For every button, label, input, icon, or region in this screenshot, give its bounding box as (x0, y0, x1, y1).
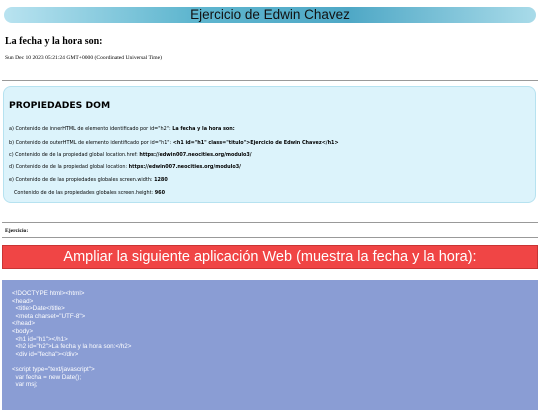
dom-property-value: https://edwin007.neocities.org/modulo3/ (128, 164, 241, 170)
code-line: <body> (12, 328, 34, 335)
divider (2, 237, 538, 238)
code-line: <script type="text/javascript"> (12, 366, 95, 373)
divider (2, 222, 538, 223)
dom-property-label: e) Contenido de de las propiedades globa… (9, 177, 155, 183)
dom-property-value: 1280 (154, 177, 168, 183)
exercise-label: Ejercicio: (5, 228, 29, 234)
dom-property-line: Contenido de de las propiedades globales… (14, 190, 165, 196)
exercise-instruction: Ampliar la siguiente aplicación Web (mue… (63, 249, 477, 265)
code-line: <meta charset="UTF-8"> (12, 312, 86, 320)
dom-property-value: https://edwin007.neocities.org/modulo3/ (139, 152, 252, 158)
dom-property-line: e) Contenido de de las propiedades globa… (9, 177, 168, 183)
dom-property-line: a) Contenido de innerHTML de elemento id… (9, 126, 235, 132)
code-line: <h1 id="h1"></h1> (12, 335, 68, 343)
exercise-instruction-banner: Ampliar la siguiente aplicación Web (mue… (2, 245, 538, 269)
divider (2, 80, 538, 81)
dom-property-line: b) Contenido de outerHTML de elemento id… (9, 140, 339, 146)
dom-property-label: d) Contenido de de la propiedad global l… (9, 164, 129, 170)
dom-property-label: b) Contenido de outerHTML de elemento id… (9, 140, 173, 146)
dom-property-line: d) Contenido de de la propiedad global l… (9, 164, 241, 170)
dom-property-label: c) Contenido de de la propiedad global l… (9, 152, 140, 158)
code-line: <div id="fecha"></div> (12, 350, 79, 358)
date-heading: La fecha y la hora son: (5, 36, 103, 47)
page-title-banner: Ejercicio de Edwin Chavez (4, 7, 536, 23)
dom-property-value: La fecha y la hora son: (172, 126, 235, 132)
code-line: <h2 id="h2">La fecha y la hora son:</h2> (12, 343, 132, 351)
page-title: Ejercicio de Edwin Chavez (190, 7, 350, 22)
dom-property-value: <h1 id="h1" class="titulo">Ejercicio de … (172, 140, 339, 146)
code-line: var msj; (12, 381, 38, 389)
code-line: var fecha = new Date(); (12, 373, 82, 381)
code-line: <head> (12, 297, 34, 305)
code-line: </head> (12, 320, 36, 328)
dom-property-line: c) Contenido de de la propiedad global l… (9, 152, 252, 158)
dom-properties-title: PROPIEDADES DOM (9, 100, 111, 111)
date-value: Sun Dec 10 2023 05:21:24 GMT+0000 (Coord… (5, 55, 162, 61)
code-line: <!DOCTYPE html><html> (12, 290, 85, 297)
code-line: <title>Date</title> (12, 305, 65, 313)
dom-property-label: a) Contenido de innerHTML de elemento id… (9, 126, 173, 132)
code-block: <!DOCTYPE html><html> <head> <title>Date<… (2, 280, 538, 410)
dom-property-value: 960 (154, 190, 165, 196)
dom-properties-panel: PROPIEDADES DOM a) Contenido de innerHTM… (3, 86, 536, 203)
dom-property-label: Contenido de de las propiedades globales… (14, 190, 155, 196)
